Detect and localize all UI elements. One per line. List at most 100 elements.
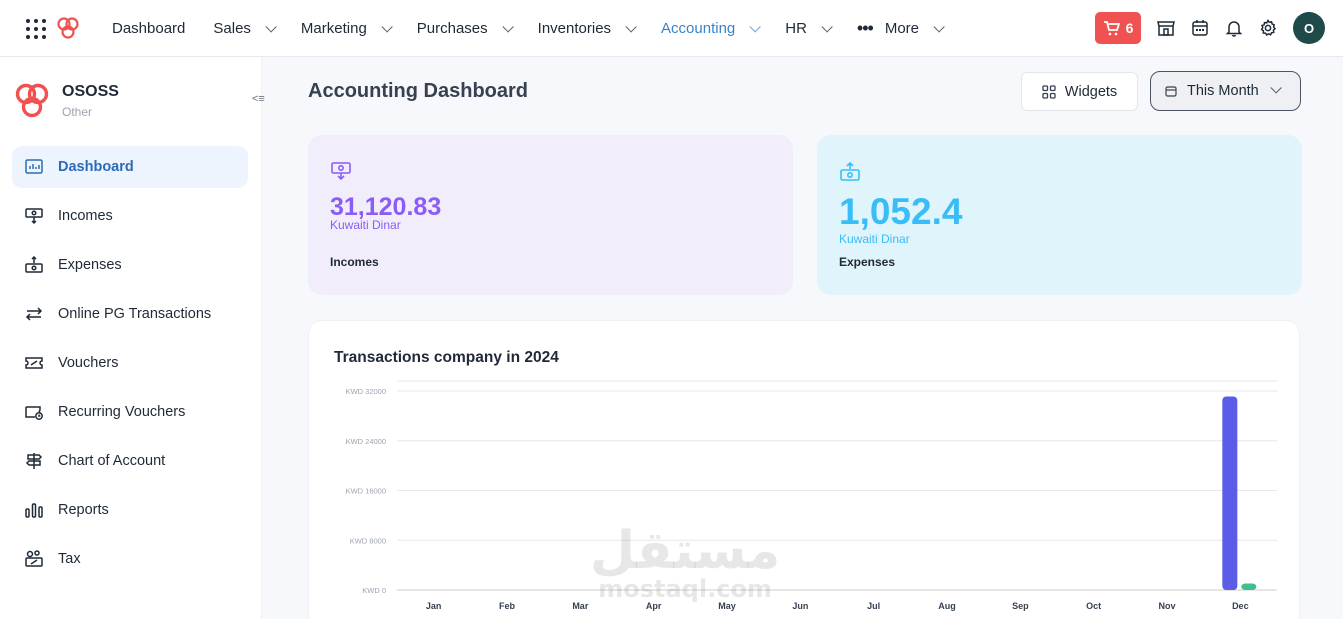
chevron-down-icon xyxy=(1270,82,1282,94)
tax-icon xyxy=(25,550,43,567)
income-icon xyxy=(25,208,43,225)
sidebar-item-vouchers[interactable]: Vouchers xyxy=(12,342,248,384)
sidebar-item-expenses[interactable]: Expenses xyxy=(12,244,248,286)
y-tick-label: KWD 24000 xyxy=(346,437,386,446)
brand-logo-icon[interactable] xyxy=(55,15,81,41)
nav-item-inventories[interactable]: Inventories xyxy=(524,0,647,57)
income-currency: Kuwaiti Dinar xyxy=(330,218,401,232)
nav-item-label: Accounting xyxy=(661,20,736,37)
x-tick-label: Dec xyxy=(1232,601,1249,611)
main-nav: Dashboard Sales Marketing Purchases Inventor… xyxy=(98,0,955,57)
y-tick-label: KWD 16000 xyxy=(346,487,386,496)
transactions-chart: KWD 0 KWD 8000 KWD 16000 KWD 24000 KWD 32000… xyxy=(346,380,1277,611)
x-tick-label: Oct xyxy=(1086,601,1101,611)
expense-label: Expenses xyxy=(839,255,896,269)
calendar-icon xyxy=(1165,86,1177,97)
x-tick-label: Nov xyxy=(1158,601,1175,611)
x-tick-label: Jun xyxy=(792,601,808,611)
nav-item-hr[interactable]: HR xyxy=(771,0,843,57)
sidebar-item-label: Reports xyxy=(58,502,109,518)
sidebar-item-label: Expenses xyxy=(58,257,122,273)
cart-icon xyxy=(1103,20,1120,35)
x-tick-label: May xyxy=(718,601,736,611)
more-dots-icon: ••• xyxy=(856,18,874,38)
org-type: Other xyxy=(62,105,93,119)
cart-button[interactable]: 6 xyxy=(1095,12,1141,44)
sidebar-item-tax[interactable]: Tax xyxy=(12,538,248,580)
sidebar-item-label: Dashboard xyxy=(58,159,134,175)
sidebar-item-reports[interactable]: Reports xyxy=(12,489,248,531)
nav-item-more[interactable]: ••• More xyxy=(843,0,955,57)
widgets-label: Widgets xyxy=(1064,83,1118,100)
period-select[interactable]: This Month xyxy=(1150,71,1301,111)
chevron-down-icon xyxy=(749,20,762,33)
nav-item-label: Purchases xyxy=(416,20,488,37)
sidebar-item-label: Tax xyxy=(58,551,81,567)
expense-card[interactable]: 1,052.4 Kuwaiti Dinar Expenses xyxy=(817,135,1302,295)
income-icon xyxy=(331,162,351,181)
nav-item-dashboard[interactable]: Dashboard xyxy=(98,0,199,57)
recurring-voucher-icon xyxy=(25,406,43,420)
x-tick-label: Sep xyxy=(1012,601,1029,611)
nav-item-sales[interactable]: Sales xyxy=(199,0,287,57)
sidebar-item-dashboard[interactable]: Dashboard xyxy=(12,146,248,188)
x-tick-label: Feb xyxy=(499,601,516,611)
widgets-button[interactable]: Widgets xyxy=(1021,72,1138,111)
nav-item-label: Inventories xyxy=(537,20,612,37)
avatar[interactable]: O xyxy=(1293,12,1325,44)
collapse-sidebar-icon[interactable]: <≡ xyxy=(252,93,265,105)
expense-currency: Kuwaiti Dinar xyxy=(839,232,910,246)
apps-grid-icon[interactable] xyxy=(26,19,46,39)
nav-item-marketing[interactable]: Marketing xyxy=(287,0,403,57)
expense-icon xyxy=(25,255,43,273)
chevron-down-icon xyxy=(381,20,393,33)
sidebar-item-label: Recurring Vouchers xyxy=(58,404,186,420)
nav-item-label: Dashboard xyxy=(112,20,186,37)
chevron-down-icon xyxy=(933,20,945,33)
x-tick-label: Jul xyxy=(867,601,880,611)
x-tick-label: Apr xyxy=(646,601,662,611)
y-tick-label: KWD 0 xyxy=(362,586,386,595)
sidebar-item-label: Vouchers xyxy=(58,355,119,371)
sidebar: OSOSS Other <≡ Dashboard Incomes Expenses O… xyxy=(0,57,265,619)
period-label: This Month xyxy=(1187,83,1259,99)
page-title: Accounting Dashboard xyxy=(308,80,529,102)
sidebar-item-label: Incomes xyxy=(58,208,113,224)
transactions-chart-card: Transactions company in 2024 KWD 0 KWD 80… xyxy=(308,320,1300,619)
dashboard-icon xyxy=(25,159,43,174)
sidebar-item-incomes[interactable]: Incomes xyxy=(12,195,248,237)
gear-icon[interactable] xyxy=(1258,18,1278,38)
bar-dec-series-2 xyxy=(1241,583,1257,590)
sidebar-item-recurring-vouchers[interactable]: Recurring Vouchers xyxy=(12,391,248,433)
nav-item-label: Sales xyxy=(213,20,251,37)
sidebar-item-chart-of-account[interactable]: Chart of Account xyxy=(12,440,248,482)
store-icon[interactable] xyxy=(1156,18,1176,38)
top-navbar: Dashboard Sales Marketing Purchases Inventor… xyxy=(0,0,1343,57)
sidebar-item-online-pg-transactions[interactable]: Online PG Transactions xyxy=(12,293,248,335)
sidebar-item-label: Online PG Transactions xyxy=(58,306,212,322)
x-tick-label: Mar xyxy=(572,601,589,611)
org-name: OSOSS xyxy=(62,83,119,100)
y-tick-label: KWD 8000 xyxy=(350,536,386,545)
bar-dec-series-1 xyxy=(1222,396,1238,590)
org-logo-icon xyxy=(15,83,49,118)
bell-icon[interactable] xyxy=(1224,18,1244,38)
nav-item-purchases[interactable]: Purchases xyxy=(403,0,524,57)
expense-icon xyxy=(840,161,860,181)
sidebar-item-label: Chart of Account xyxy=(58,453,166,469)
income-card[interactable]: 31,120.83 Kuwaiti Dinar Incomes xyxy=(308,135,793,295)
x-tick-label: Aug xyxy=(938,601,956,611)
org-header[interactable]: OSOSS Other xyxy=(12,81,119,121)
voucher-icon xyxy=(25,357,43,369)
chevron-down-icon xyxy=(821,20,833,33)
calendar-icon[interactable] xyxy=(1190,18,1210,38)
signpost-icon xyxy=(25,453,43,469)
nav-item-label: More xyxy=(884,20,920,37)
x-tick-label: Jan xyxy=(426,601,442,611)
chevron-down-icon xyxy=(502,20,514,33)
expense-amount: 1,052.4 xyxy=(839,191,963,232)
widgets-icon xyxy=(1042,84,1056,99)
reports-icon xyxy=(25,503,43,518)
nav-item-accounting[interactable]: Accounting xyxy=(647,0,771,57)
y-tick-label: KWD 32000 xyxy=(346,387,386,396)
